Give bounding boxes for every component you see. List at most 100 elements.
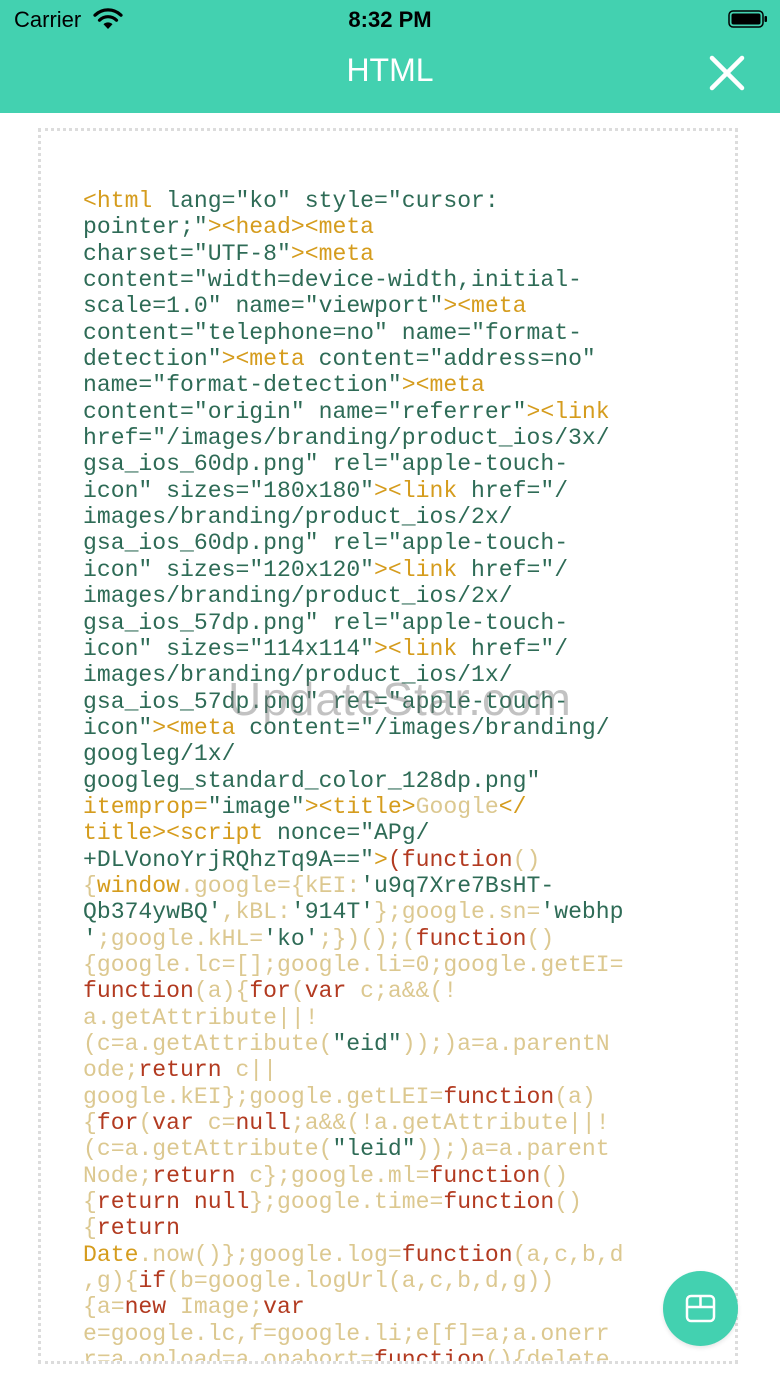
code-token: "/ bbox=[540, 556, 569, 583]
clock: 8:32 PM bbox=[348, 7, 432, 32]
code-token: var bbox=[152, 1110, 194, 1137]
code-token: title><script bbox=[83, 820, 264, 847]
code-line: scale=1.0" name="viewport"><meta bbox=[83, 293, 527, 319]
code-line: ';google.kHL='ko';})();(function() bbox=[83, 926, 554, 952]
code-token: () bbox=[526, 925, 555, 952]
battery-icon bbox=[728, 10, 767, 28]
code-token: "image" bbox=[207, 793, 305, 820]
code-token: icon" bbox=[83, 635, 153, 662]
code-token: detection" bbox=[83, 346, 222, 373]
code-token: var bbox=[304, 978, 347, 1005]
code-token: content= bbox=[83, 267, 194, 294]
code-token: function bbox=[415, 925, 527, 952]
code-line: {return bbox=[83, 1215, 180, 1241]
code-line: images/branding/product_ios/2x/ bbox=[83, 504, 513, 530]
code-token: () bbox=[554, 1189, 582, 1216]
code-token: Node; bbox=[83, 1162, 153, 1189]
top-bar: Carrier 8:32 PM HTML bbox=[0, 0, 780, 113]
code-token: name= bbox=[387, 319, 472, 346]
code-token: Qb374ywBQ' bbox=[83, 899, 222, 926]
code-line: gsa_ios_60dp.png" rel="apple-touch- bbox=[83, 530, 568, 556]
code-token: ><link bbox=[374, 556, 458, 583]
code-token: href= bbox=[457, 556, 541, 583]
code-token: "apple-touch- bbox=[387, 688, 569, 715]
code-token: "apple-touch- bbox=[387, 609, 569, 636]
code-token: "address=no" bbox=[429, 346, 596, 373]
code-token: images/branding/product_ios/2x/ bbox=[83, 583, 513, 610]
code-token: function bbox=[429, 1162, 541, 1189]
code-token: ><link bbox=[374, 477, 458, 504]
code-token: +DLVonoYrjRQhzTq9A==" bbox=[83, 846, 375, 873]
code-token: ' bbox=[83, 925, 97, 952]
code-token: name= bbox=[304, 398, 388, 425]
code-line: <html lang="ko" style="cursor: bbox=[83, 188, 499, 214]
code-token: ( bbox=[138, 1110, 153, 1137]
code-token: function bbox=[401, 1241, 513, 1268]
code-token: gsa_ios_60dp.png" bbox=[83, 451, 319, 478]
code-token: () bbox=[512, 846, 541, 873]
code-token: new bbox=[124, 1294, 167, 1321]
code-line: ode;return c|| bbox=[83, 1057, 277, 1083]
code-token: { bbox=[83, 1189, 97, 1216]
code-token: images/branding/product_ios/2x/ bbox=[83, 504, 513, 531]
code-token: ,g){ bbox=[83, 1268, 139, 1295]
code-token: ><title> bbox=[304, 793, 416, 820]
box-action-button[interactable] bbox=[663, 1271, 738, 1346]
code-token: content= bbox=[83, 319, 194, 346]
code-token: c= bbox=[193, 1110, 236, 1137]
code-token: window bbox=[96, 872, 181, 899]
code-token: images/branding/product_ios/1x/ bbox=[83, 662, 513, 689]
code-token: };google.time= bbox=[249, 1189, 444, 1216]
code-token: null bbox=[235, 1110, 291, 1137]
code-token: lang= bbox=[152, 188, 236, 214]
code-token: ));)a=a.parent bbox=[415, 1136, 610, 1163]
code-token: Image; bbox=[166, 1294, 264, 1321]
code-line: {google.lc=[];google.li=0;google.getEI= bbox=[83, 952, 623, 978]
code-token: content= bbox=[304, 346, 430, 373]
code-line: google.kEI};google.getLEI=function(a) bbox=[83, 1084, 596, 1110]
code-token: e=google.lc,f=google.li;e[f]=a;a.onerr bbox=[83, 1320, 610, 1347]
code-token: "apple-touch- bbox=[387, 530, 569, 557]
code-token: google.kEI};google.getLEI= bbox=[83, 1083, 444, 1110]
code-token: (a){ bbox=[193, 978, 250, 1005]
code-line: itemprop="image"><title>Google</ bbox=[83, 794, 527, 820]
code-token: function bbox=[374, 1347, 485, 1364]
code-line: Qb374ywBQ',kBL:'914T'};google.sn='webhp bbox=[83, 899, 624, 925]
code-token: "format- bbox=[471, 319, 582, 346]
code-line: Node;return c};google.ml=function() bbox=[83, 1163, 568, 1189]
code-line: icon" sizes="180x180"><link href="/ bbox=[83, 478, 568, 504]
code-token: c};google.ml= bbox=[235, 1162, 430, 1189]
code-token: (function bbox=[387, 846, 513, 873]
code-line: {return null};google.time=function() bbox=[83, 1189, 582, 1215]
code-token: .google={kEI: bbox=[180, 872, 361, 899]
code-token: rel= bbox=[318, 451, 388, 478]
code-token: googleg/1x/ bbox=[83, 741, 236, 768]
code-line: images/branding/product_ios/1x/ bbox=[83, 662, 513, 688]
code-token: ><link bbox=[374, 635, 458, 662]
code-token: { bbox=[83, 1110, 97, 1137]
html-source-view[interactable]: <html lang="ko" style="cursor: pointer;"… bbox=[38, 128, 738, 1364]
code-token: icon" bbox=[83, 714, 153, 741]
code-token: c;a&&(! bbox=[346, 978, 458, 1005]
code-token: rel= bbox=[318, 688, 388, 715]
code-token: content= bbox=[235, 714, 361, 741]
code-token: var bbox=[263, 1294, 305, 1321]
code-token: content= bbox=[83, 398, 194, 425]
code-token: "APg/ bbox=[360, 820, 430, 847]
code-token: nonce= bbox=[263, 820, 361, 847]
code-token: ><head><meta bbox=[207, 214, 375, 241]
source-code: <html lang="ko" style="cursor: pointer;"… bbox=[83, 188, 703, 1364]
code-token: pointer;" bbox=[83, 214, 208, 241]
code-token: return bbox=[138, 1057, 222, 1084]
box-icon bbox=[685, 1294, 716, 1323]
close-icon[interactable] bbox=[704, 50, 750, 96]
code-token: ;})();( bbox=[318, 925, 416, 952]
page-title: HTML bbox=[346, 52, 434, 88]
code-token: sizes= bbox=[152, 477, 250, 504]
code-token: ( bbox=[290, 978, 305, 1005]
code-token: "/ bbox=[540, 477, 569, 504]
code-token: ><meta bbox=[401, 372, 485, 399]
code-token: "referrer" bbox=[387, 398, 527, 425]
code-token: (){delete bbox=[484, 1347, 610, 1364]
code-token: "114x114" bbox=[249, 635, 375, 662]
